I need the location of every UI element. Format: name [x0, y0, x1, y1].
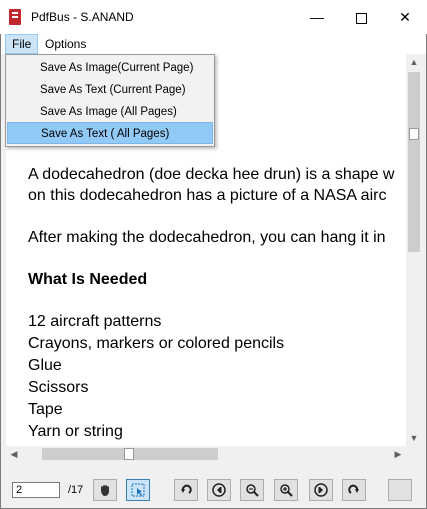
document-text-line: After making the dodecahedron, you can h… [28, 229, 386, 246]
vertical-scrollbar[interactable]: ▲ ▼ [406, 54, 422, 446]
hand-tool-icon [101, 485, 109, 496]
select-tool-button[interactable] [126, 479, 150, 501]
menu-save-text-all-pages[interactable]: Save As Text ( All Pages) [7, 122, 213, 144]
maximize-button[interactable] [339, 0, 383, 34]
menu-save-text-current-page[interactable]: Save As Text (Current Page) [7, 79, 213, 101]
menu-save-image-current-page[interactable]: Save As Image(Current Page) [7, 57, 213, 79]
horizontal-scrollbar[interactable]: ◀ ▶ [6, 446, 406, 462]
vertical-scroll-thumb[interactable] [408, 72, 420, 252]
document-text-line: Scissors [28, 379, 89, 396]
extra-toolbar-button[interactable] [388, 479, 412, 501]
previous-page-button[interactable] [207, 479, 231, 501]
hand-tool-button[interactable] [93, 479, 117, 501]
rotate-left-icon [181, 484, 192, 494]
document-text-line: 12 aircraft patterns [28, 313, 162, 330]
document-heading: What Is Needed [28, 271, 148, 288]
scroll-up-arrow-icon[interactable]: ▲ [406, 54, 422, 70]
maximize-icon [355, 12, 367, 24]
pdf-app-icon [9, 9, 21, 25]
zoom-out-button[interactable] [240, 479, 264, 501]
select-tool-icon [131, 483, 145, 497]
menu-options[interactable]: Options [39, 35, 92, 53]
document-text-line: Crayons, markers or colored pencils [28, 335, 285, 352]
scroll-left-arrow-icon[interactable]: ◀ [6, 446, 22, 462]
menu-save-image-all-pages[interactable]: Save As Image (All Pages) [7, 101, 213, 123]
page-number-input[interactable] [12, 482, 60, 498]
scrollbar-corner [406, 446, 422, 462]
menu-file[interactable]: File [5, 34, 39, 54]
page-total-label: /17 [68, 484, 84, 496]
scroll-down-arrow-icon[interactable]: ▼ [406, 430, 422, 446]
document-text-line: Tape [28, 401, 63, 418]
rotate-left-button[interactable] [174, 479, 198, 501]
rotate-right-button[interactable] [342, 479, 366, 501]
file-dropdown-menu: Save As Image(Current Page) Save As Text… [5, 54, 215, 147]
bottom-toolbar: /17 [0, 470, 427, 509]
menu-bar: File Options [1, 34, 426, 54]
close-button[interactable]: ✕ [383, 0, 427, 34]
next-page-icon [314, 483, 328, 497]
document-text-line: on this dodecahedron has a picture of a … [28, 187, 387, 204]
zoom-in-button[interactable] [274, 479, 298, 501]
document-text-line: Yarn or string [28, 423, 123, 440]
vertical-scroll-position-marker[interactable] [409, 128, 419, 140]
scroll-right-arrow-icon[interactable]: ▶ [390, 446, 406, 462]
next-page-button[interactable] [309, 479, 333, 501]
minimize-button[interactable]: — [295, 0, 339, 34]
previous-page-icon [212, 483, 226, 497]
window-title: PdfBus - S.ANAND [31, 10, 134, 24]
horizontal-scroll-position-marker[interactable] [124, 448, 134, 460]
document-text-line: A dodecahedron (doe decka hee drun) is a… [28, 166, 395, 183]
zoom-in-icon [280, 484, 293, 497]
zoom-out-icon [246, 484, 259, 497]
title-bar[interactable]: PdfBus - S.ANAND — ✕ [0, 0, 427, 34]
rotate-right-icon [348, 484, 359, 494]
document-text-line: Glue [28, 357, 62, 374]
